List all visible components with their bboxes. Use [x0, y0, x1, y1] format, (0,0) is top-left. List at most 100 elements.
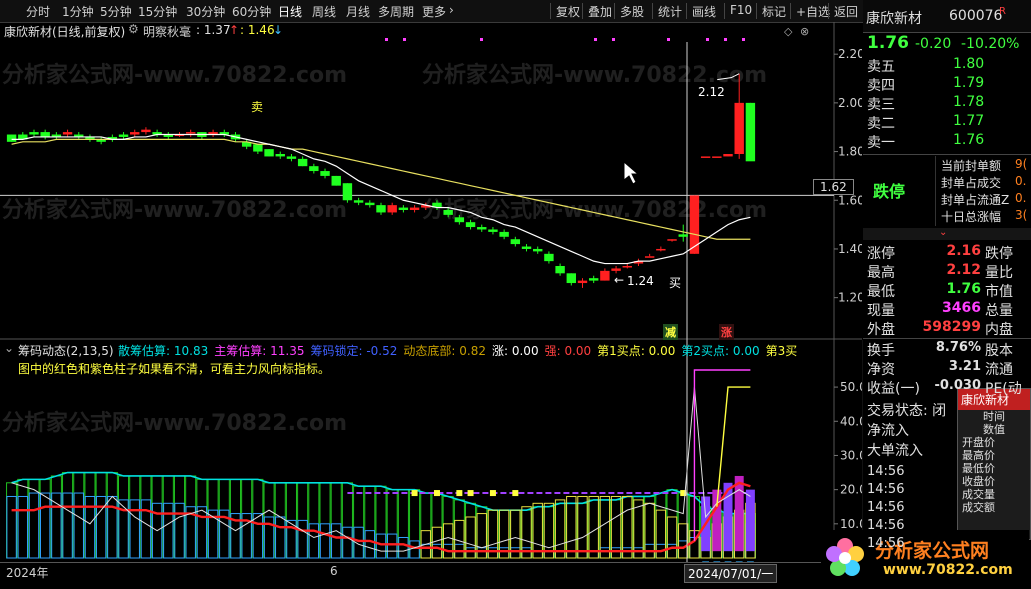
green-bar [554, 502, 566, 559]
badge-right: 涨 [719, 324, 734, 340]
green-bar [95, 472, 107, 559]
stat2-label-2: 收益(一) [867, 381, 920, 397]
yellow-marker [411, 490, 418, 497]
yellow-marker [456, 490, 463, 497]
green-bar [576, 502, 589, 559]
up-arrow-icon: ↑ [229, 23, 240, 37]
tool-button-0[interactable]: 复权 [556, 3, 580, 20]
candle [152, 129, 162, 137]
restore-icon[interactable]: ◇ [784, 25, 792, 38]
indicator-legend: 散筹估算: 10.83 主筹估算: 11.35 筹码锁定: -0.52 动态底部: 0… [118, 342, 803, 359]
legend-item-3: 动态底部: 0.82 [403, 344, 486, 358]
green-bar [610, 499, 622, 559]
settings-icon[interactable]: ⚙ [128, 22, 139, 36]
legend-label: 动态底部 [403, 344, 452, 358]
green-bar [6, 482, 18, 559]
y-tick-label: 50.00 [840, 380, 862, 394]
period-tab-0[interactable]: 分时 [26, 3, 50, 20]
period-tab-8[interactable]: 月线 [346, 3, 370, 20]
candle [85, 134, 95, 142]
tool-button-7[interactable]: +自选 [796, 3, 830, 20]
period-tab-5[interactable]: 60分钟 [232, 3, 271, 20]
candle [331, 175, 341, 186]
green-bar [465, 502, 477, 559]
candle [353, 197, 364, 206]
green-bar [341, 482, 353, 559]
legend-label: 第3买 [765, 344, 798, 358]
blue-bar [308, 523, 320, 559]
green-bar [308, 482, 320, 559]
blue-bar [39, 492, 51, 559]
ask-price-0: 1.80 [953, 56, 985, 72]
seal-value-1: 0. [1015, 174, 1027, 188]
more-arrow-icon[interactable]: › [449, 3, 454, 17]
stat-value-3: 3466 [942, 300, 981, 316]
period-tab-6[interactable]: 日线 [278, 3, 302, 20]
blue-bar [420, 543, 431, 559]
green-bar [106, 472, 118, 559]
period-tab-10[interactable]: 更多 [422, 3, 446, 20]
flower-logo-icon [826, 538, 864, 576]
tool-button-3[interactable]: 统计 [658, 3, 682, 20]
candle [309, 163, 319, 174]
popup-item-6: 成交量 [962, 488, 995, 501]
y-tick-label: 1.60 [838, 193, 862, 207]
close-icon[interactable]: ⊗ [800, 25, 809, 38]
signal-dot [706, 38, 709, 41]
stat2-value-0: 8.76% [935, 340, 981, 355]
blue-bar [610, 547, 622, 559]
purple-bar [745, 489, 755, 552]
signal-dot [742, 38, 745, 41]
tool-button-4[interactable]: 画线 [692, 3, 716, 20]
kline-chart[interactable]: 分析家公式网-www.70822.com 分析家公式网-www.70822.com… [0, 22, 865, 340]
period-tab-4[interactable]: 30分钟 [186, 3, 225, 20]
tick-time-2: 14:56 [867, 500, 905, 515]
legend-item-2: 筹码锁定: -0.52 [310, 344, 397, 358]
blue-bar [196, 506, 208, 559]
legend-label: 主筹估算 [214, 344, 263, 358]
green-bar [442, 495, 454, 559]
collapse-icon[interactable]: ⌄ [4, 341, 14, 355]
watermark-text: 分析家公式网-www.70822.com [422, 197, 767, 223]
blue-bar [275, 516, 286, 559]
tool-button-6[interactable]: 标记 [762, 3, 786, 20]
kline-svg[interactable]: 分析家公式网-www.70822.com 分析家公式网-www.70822.com… [0, 22, 865, 340]
blue-bar [633, 547, 644, 559]
y-tick-label: 20.00 [840, 483, 862, 497]
period-tab-9[interactable]: 多周期 [378, 3, 414, 20]
blue-bar [174, 502, 185, 559]
blue-bar [431, 543, 443, 559]
stat2-right-2: PE(动 [985, 381, 1022, 397]
candle [387, 202, 397, 215]
legend-value: : 10.83 [166, 344, 209, 358]
chip-chart[interactable]: 分析家公式网-www.70822.com 50.00 40.00 30.00 20.00… [0, 340, 874, 579]
period-tab-2[interactable]: 5分钟 [100, 3, 132, 20]
blue-bar [409, 540, 420, 559]
tool-button-8[interactable]: 返回 [834, 3, 858, 20]
blue-bar [510, 547, 521, 559]
candle [51, 132, 62, 140]
ask-label-0: 卖五 [867, 59, 895, 75]
yellow-marker [512, 490, 519, 497]
candle [29, 129, 39, 137]
tool-button-1[interactable]: 叠加 [588, 3, 612, 20]
candle [667, 239, 677, 242]
green-bar [241, 478, 253, 559]
period-tab-3[interactable]: 15分钟 [138, 3, 177, 20]
candle [253, 144, 263, 154]
tool-button-2[interactable]: 多股 [620, 3, 644, 20]
tick-time-1: 14:56 [867, 482, 905, 497]
blue-bar [599, 547, 611, 559]
candle [533, 246, 543, 254]
legend-label: 涨 [491, 344, 504, 358]
candle [566, 273, 576, 286]
ask-price-1: 1.79 [953, 75, 985, 91]
candle [588, 275, 599, 284]
expand-icon[interactable]: ⌄ [939, 227, 947, 238]
period-tab-1[interactable]: 1分钟 [62, 3, 94, 20]
stat2-label-0: 换手 [867, 343, 895, 359]
legend-label: 第2买点 [681, 344, 726, 358]
tool-button-5[interactable]: F10 [730, 3, 752, 17]
period-tab-7[interactable]: 周线 [312, 3, 336, 20]
y-tick-label: 1.80 [838, 145, 862, 159]
